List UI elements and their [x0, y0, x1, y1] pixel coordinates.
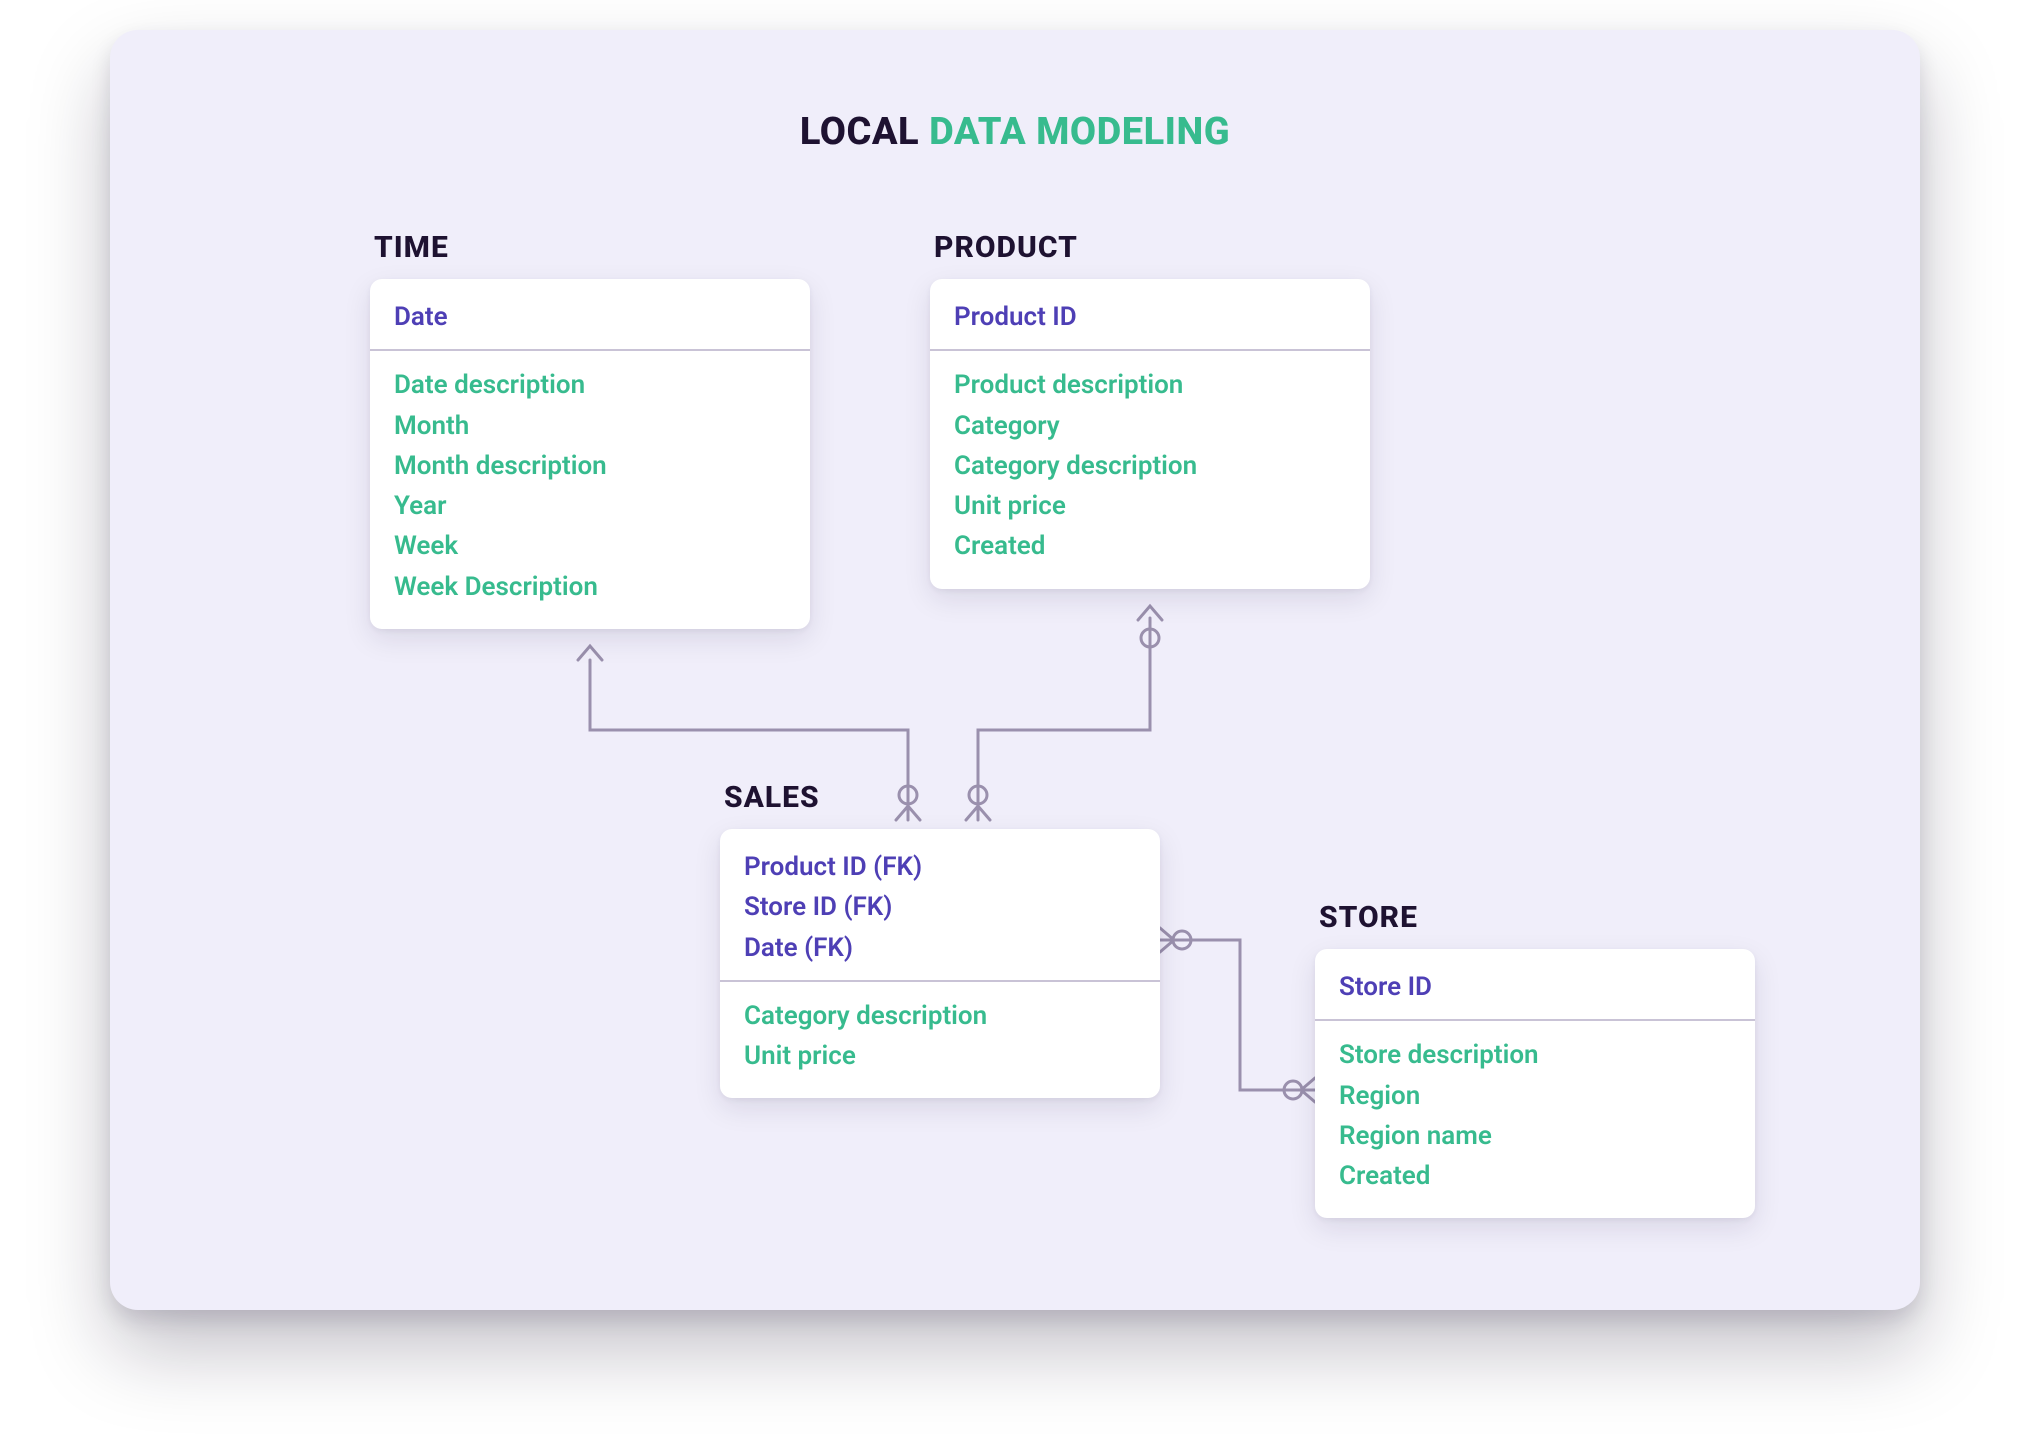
entity-product-attr-0: Product description [954, 365, 1346, 405]
entity-sales-card: Product ID (FK) Store ID (FK) Date (FK) … [720, 829, 1160, 1098]
entity-time-title: TIME [370, 230, 810, 265]
entity-time-attr-1: Month [394, 406, 786, 446]
edge-sales-store [1160, 940, 1315, 1090]
entity-store-card: Store ID Store description Region Region… [1315, 949, 1755, 1218]
entity-time-key-0: Date [394, 297, 786, 337]
entity-sales-key-1: Store ID (FK) [744, 887, 1136, 927]
entity-product-attr-3: Unit price [954, 486, 1346, 526]
entity-product-card: Product ID Product description Category … [930, 279, 1370, 589]
entity-sales-title: SALES [720, 780, 1160, 815]
entity-time-attr-2: Month description [394, 446, 786, 486]
entity-sales: SALES Product ID (FK) Store ID (FK) Date… [720, 780, 1160, 1098]
title-part-1: LOCAL [800, 110, 929, 154]
entity-store-attr-3: Created [1339, 1156, 1731, 1196]
diagram-panel: LOCAL DATA MODELING [110, 30, 1920, 1310]
entity-store-attr-0: Store description [1339, 1035, 1731, 1075]
divider [720, 980, 1160, 982]
entity-time: TIME Date Date description Month Month d… [370, 230, 810, 629]
entity-sales-attr-0: Category description [744, 996, 1136, 1036]
title-part-2: DATA MODELING [929, 110, 1230, 154]
entity-product-attr-4: Created [954, 526, 1346, 566]
divider [1315, 1019, 1755, 1021]
crowfoot-product [1138, 606, 1162, 620]
divider [370, 349, 810, 351]
crowfoot-store-in [1301, 1078, 1315, 1102]
entity-product: PRODUCT Product ID Product description C… [930, 230, 1370, 589]
entity-store: STORE Store ID Store description Region … [1315, 900, 1755, 1218]
entity-time-attr-5: Week Description [394, 567, 786, 607]
entity-store-key-0: Store ID [1339, 967, 1731, 1007]
entity-sales-attr-1: Unit price [744, 1036, 1136, 1076]
crowfoot-time [578, 646, 602, 660]
diagram-title: LOCAL DATA MODELING [110, 110, 1920, 154]
entity-store-title: STORE [1315, 900, 1755, 935]
entity-sales-key-0: Product ID (FK) [744, 847, 1136, 887]
stage: LOCAL DATA MODELING [0, 0, 2042, 1440]
entity-store-attr-1: Region [1339, 1076, 1731, 1116]
entity-sales-key-2: Date (FK) [744, 928, 1136, 968]
entity-product-attr-1: Category [954, 406, 1346, 446]
circle-product [1141, 629, 1159, 647]
entity-product-attr-2: Category description [954, 446, 1346, 486]
entity-time-card: Date Date description Month Month descri… [370, 279, 810, 629]
entity-time-attr-0: Date description [394, 365, 786, 405]
entity-store-attr-2: Region name [1339, 1116, 1731, 1156]
crowfoot-sales-out [1160, 928, 1174, 952]
circle-store-in [1284, 1081, 1302, 1099]
entity-product-title: PRODUCT [930, 230, 1370, 265]
entity-product-key-0: Product ID [954, 297, 1346, 337]
entity-time-attr-4: Week [394, 526, 786, 566]
divider [930, 349, 1370, 351]
entity-time-attr-3: Year [394, 486, 786, 526]
circle-sales-out [1173, 931, 1191, 949]
